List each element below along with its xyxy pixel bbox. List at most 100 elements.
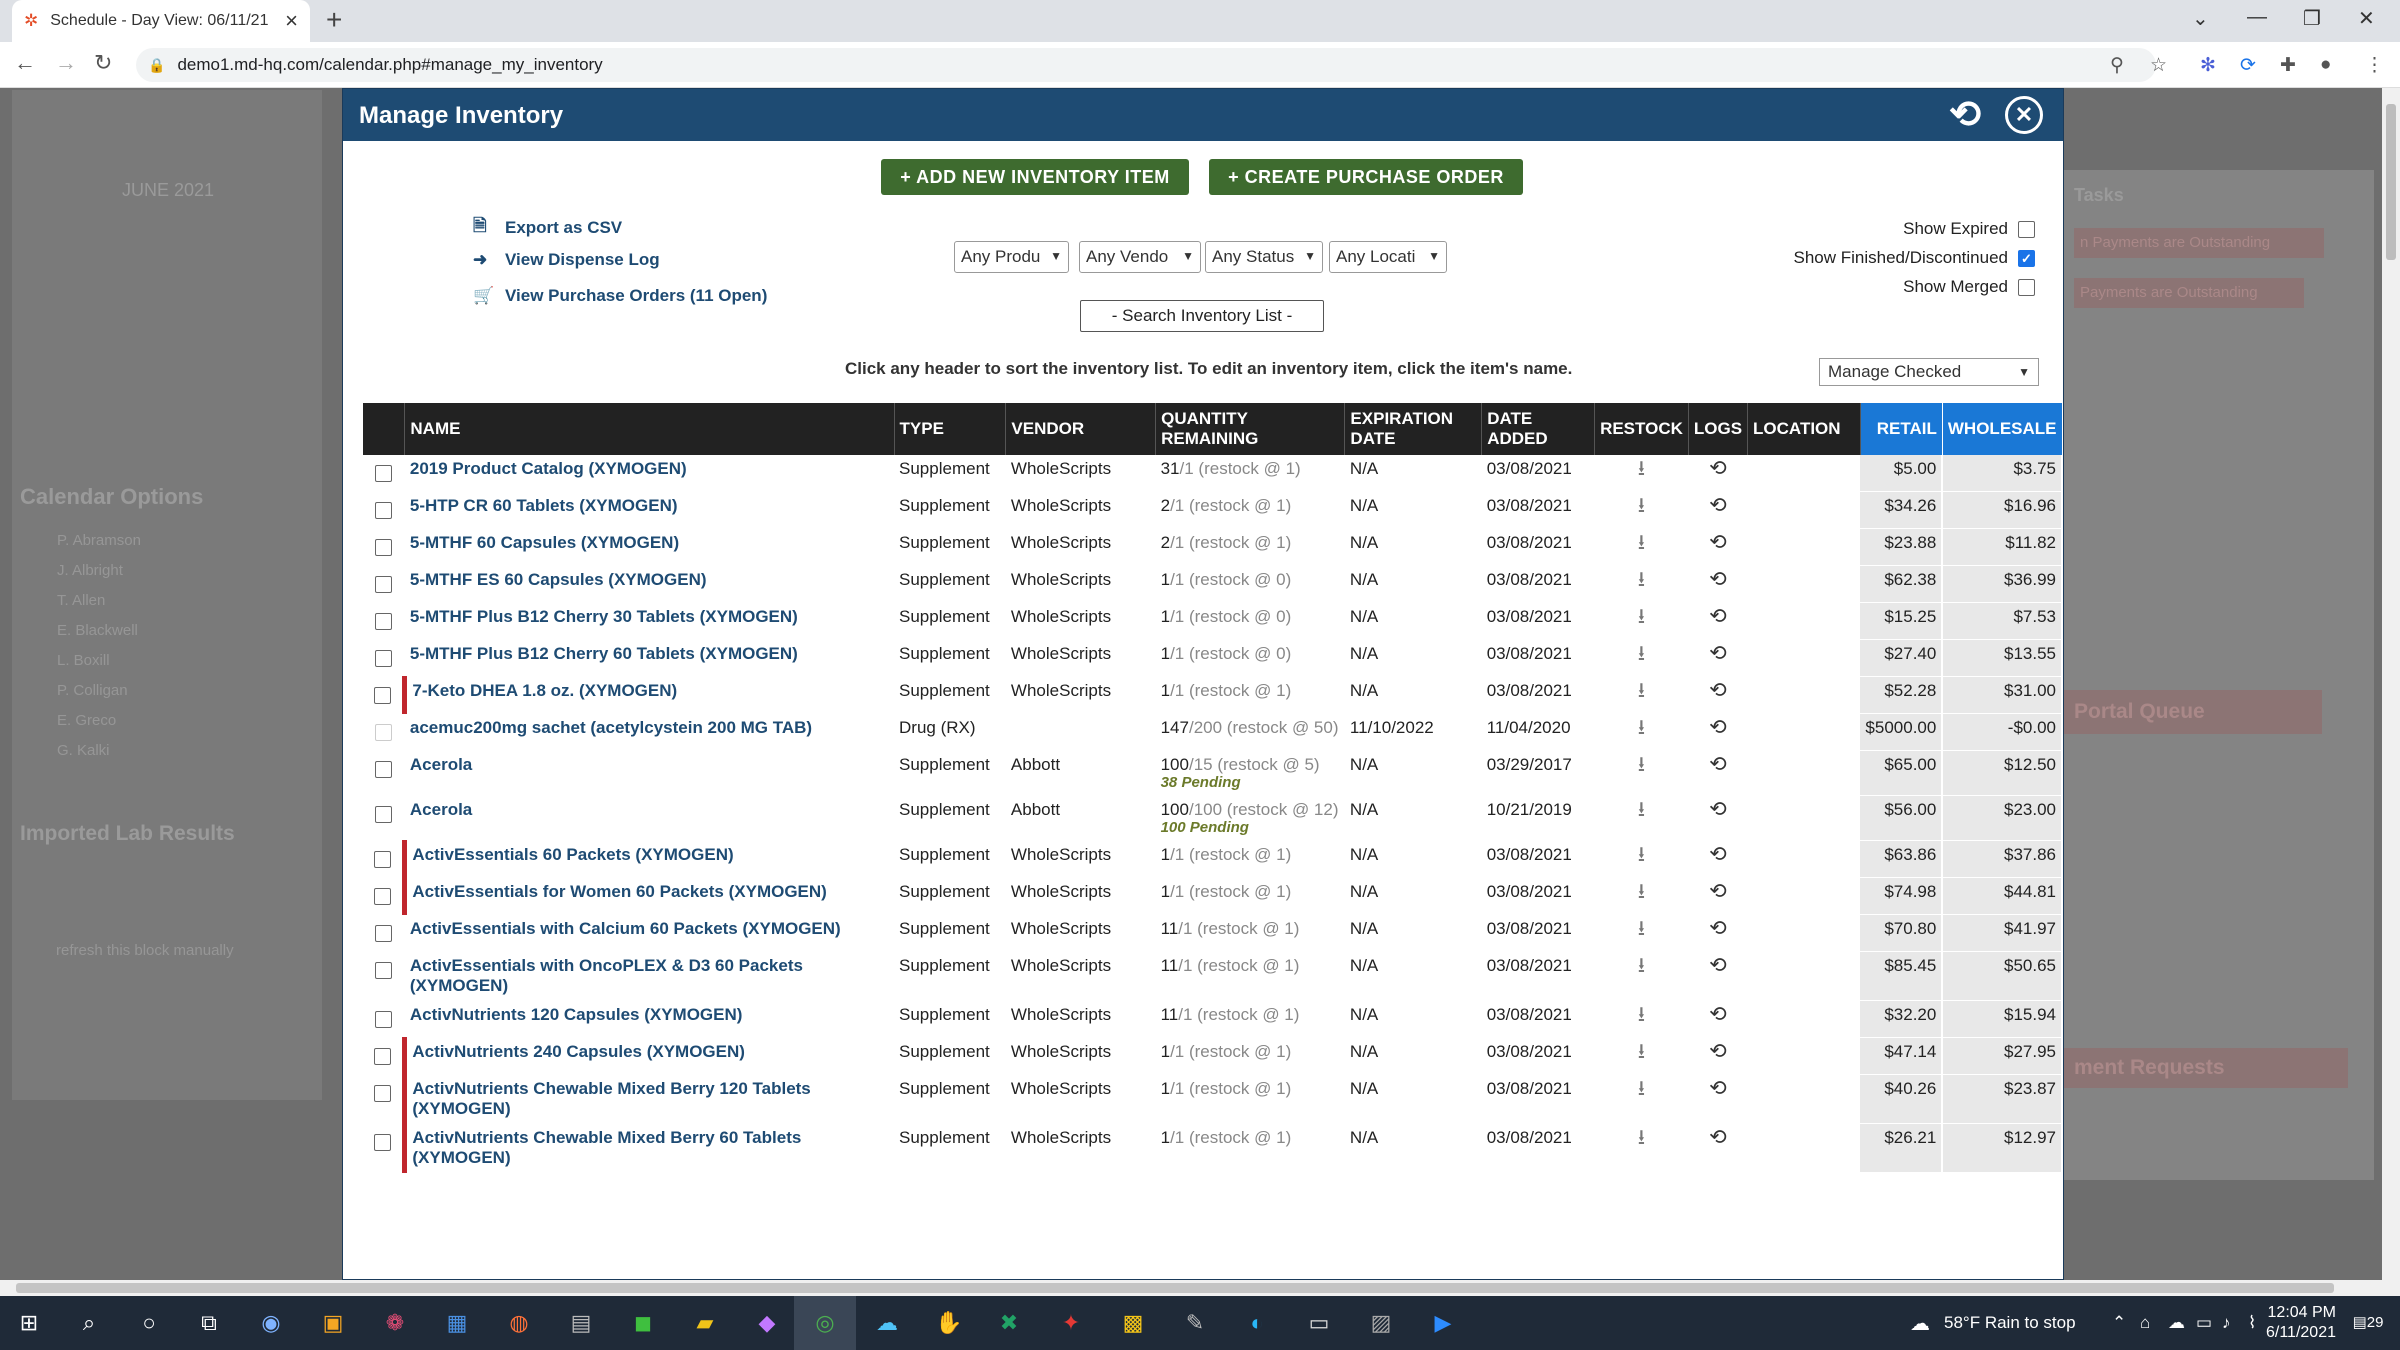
vertical-scroll-thumb[interactable] bbox=[2386, 104, 2396, 260]
history-log-icon[interactable]: ⟲ bbox=[1709, 917, 1727, 940]
battery-icon[interactable]: ▭ bbox=[2196, 1313, 2212, 1333]
dispense-log-link[interactable]: ➜ View Dispense Log bbox=[473, 250, 660, 270]
vertical-scrollbar[interactable] bbox=[2382, 88, 2400, 1280]
show-merged-checkbox[interactable] bbox=[2018, 278, 2035, 296]
app-icon[interactable]: ✋ bbox=[934, 1308, 964, 1338]
history-log-icon[interactable]: ⟲ bbox=[1709, 531, 1727, 554]
header-quantity[interactable]: QUANTITY REMAINING bbox=[1155, 403, 1346, 455]
volume-icon[interactable]: ♪ bbox=[2222, 1313, 2231, 1333]
horizontal-scrollbar[interactable] bbox=[0, 1280, 2400, 1296]
history-log-icon[interactable]: ⟲ bbox=[1709, 1126, 1727, 1149]
row-checkbox[interactable] bbox=[375, 539, 393, 556]
item-name-link[interactable]: ActivEssentials 60 Packets (XYMOGEN) bbox=[412, 845, 733, 864]
notepad-icon[interactable]: ✎ bbox=[1180, 1308, 1210, 1338]
restock-icon[interactable]: ⭳ bbox=[1638, 531, 1645, 554]
restock-icon[interactable]: ⭳ bbox=[1638, 679, 1645, 702]
row-checkbox[interactable] bbox=[374, 851, 392, 868]
row-checkbox[interactable] bbox=[374, 687, 392, 704]
history-log-icon[interactable]: ⟲ bbox=[1709, 880, 1727, 903]
restock-icon[interactable]: ⭳ bbox=[1638, 1077, 1645, 1100]
row-checkbox[interactable] bbox=[374, 888, 392, 905]
item-name-link[interactable]: 5-HTP CR 60 Tablets (XYMOGEN) bbox=[410, 496, 678, 515]
cortana-icon[interactable]: ○ bbox=[134, 1308, 164, 1338]
item-name-link[interactable]: ActivEssentials with Calcium 60 Packets … bbox=[410, 919, 841, 938]
header-location[interactable]: LOCATION bbox=[1747, 403, 1861, 455]
acrobat-icon[interactable]: ✦ bbox=[1056, 1308, 1086, 1338]
history-icon[interactable]: ⟲ bbox=[1946, 96, 1984, 134]
search-inventory-button[interactable]: - Search Inventory List - bbox=[1080, 300, 1324, 332]
restock-icon[interactable]: ⭳ bbox=[1638, 568, 1645, 591]
profile-avatar-icon[interactable]: ● bbox=[2320, 54, 2331, 76]
header-retail[interactable]: RETAIL bbox=[1860, 403, 1943, 455]
history-log-icon[interactable]: ⟲ bbox=[1709, 457, 1727, 480]
add-inventory-item-button[interactable]: + ADD NEW INVENTORY ITEM bbox=[881, 159, 1189, 195]
row-checkbox[interactable] bbox=[375, 465, 393, 482]
bookmark-star-icon[interactable]: ☆ bbox=[2150, 54, 2167, 77]
maximize-icon[interactable]: ❐ bbox=[2303, 6, 2321, 31]
extension-sync-icon[interactable]: ⟳ bbox=[2240, 54, 2256, 77]
onedrive-icon[interactable]: ☁ bbox=[2168, 1313, 2185, 1333]
zoom-app-icon[interactable]: ▶ bbox=[1428, 1308, 1458, 1338]
row-checkbox[interactable] bbox=[375, 925, 393, 942]
chrome-icon[interactable]: ◎ bbox=[810, 1308, 840, 1338]
header-name[interactable]: NAME bbox=[404, 403, 895, 455]
new-tab-button[interactable]: + bbox=[326, 4, 342, 36]
extension-snowflake-icon[interactable]: ✻ bbox=[2200, 54, 2216, 77]
history-log-icon[interactable]: ⟲ bbox=[1709, 1040, 1727, 1063]
row-checkbox[interactable] bbox=[374, 1048, 392, 1065]
tray-chevron-icon[interactable]: ⌃ bbox=[2112, 1313, 2126, 1333]
network-icon[interactable]: ⌇ bbox=[2248, 1313, 2256, 1333]
url-bar[interactable]: 🔒 demo1.md-hq.com/calendar.php#manage_my… bbox=[136, 48, 2156, 82]
item-name-link[interactable]: ActivNutrients 120 Capsules (XYMOGEN) bbox=[410, 1005, 743, 1024]
item-name-link[interactable]: 5-MTHF ES 60 Capsules (XYMOGEN) bbox=[410, 570, 707, 589]
tab-search-icon[interactable]: ⌄ bbox=[2192, 6, 2209, 31]
close-window-icon[interactable]: ✕ bbox=[2358, 6, 2375, 31]
restock-icon[interactable]: ⭳ bbox=[1638, 1003, 1645, 1026]
show-expired-checkbox[interactable] bbox=[2018, 220, 2035, 238]
item-name-link[interactable]: 7-Keto DHEA 1.8 oz. (XYMOGEN) bbox=[412, 681, 677, 700]
product-filter-select[interactable]: Any Produ ▼ bbox=[954, 241, 1069, 273]
item-name-link[interactable]: 5-MTHF Plus B12 Cherry 30 Tablets (XYMOG… bbox=[410, 607, 798, 626]
show-finished-checkbox[interactable]: ✓ bbox=[2018, 249, 2035, 267]
phpstorm-icon[interactable]: ◆ bbox=[752, 1308, 782, 1338]
task-view-icon[interactable]: ⧉ bbox=[194, 1308, 224, 1338]
history-log-icon[interactable]: ⟲ bbox=[1709, 716, 1727, 739]
vendor-filter-select[interactable]: Any Vendo ▼ bbox=[1079, 241, 1201, 273]
row-checkbox[interactable] bbox=[375, 962, 393, 979]
row-checkbox[interactable] bbox=[374, 1134, 392, 1151]
item-name-link[interactable]: Acerola bbox=[410, 800, 472, 819]
item-name-link[interactable]: Acerola bbox=[410, 755, 472, 774]
restock-icon[interactable]: ⭳ bbox=[1638, 880, 1645, 903]
calculator-icon[interactable]: ▤ bbox=[566, 1308, 596, 1338]
restock-icon[interactable]: ⭳ bbox=[1638, 917, 1645, 940]
item-name-link[interactable]: ActivNutrients 240 Capsules (XYMOGEN) bbox=[412, 1042, 745, 1061]
extensions-puzzle-icon[interactable]: ✚ bbox=[2280, 54, 2296, 77]
terminal-icon[interactable]: ▭ bbox=[1304, 1308, 1334, 1338]
browser-menu-icon[interactable]: ⋮ bbox=[2365, 54, 2384, 77]
history-log-icon[interactable]: ⟲ bbox=[1709, 605, 1727, 628]
row-checkbox[interactable] bbox=[374, 1085, 392, 1102]
show-finished-option[interactable]: Show Finished/Discontinued ✓ bbox=[1793, 248, 2035, 268]
item-name-link[interactable]: acemuc200mg sachet (acetylcystein 200 MG… bbox=[410, 718, 812, 737]
status-filter-select[interactable]: Any Status ▼ bbox=[1205, 241, 1323, 273]
row-checkbox[interactable] bbox=[375, 502, 393, 519]
item-name-link[interactable]: ActivEssentials with OncoPLEX & D3 60 Pa… bbox=[410, 956, 803, 995]
app-icon[interactable]: ◉ bbox=[256, 1308, 286, 1338]
header-logs[interactable]: LOGS bbox=[1688, 403, 1749, 455]
item-name-link[interactable]: ActivNutrients Chewable Mixed Berry 60 T… bbox=[412, 1128, 801, 1167]
history-log-icon[interactable]: ⟲ bbox=[1709, 798, 1727, 821]
app-icon[interactable]: ❁ bbox=[380, 1308, 410, 1338]
show-merged-option[interactable]: Show Merged bbox=[1903, 277, 2035, 297]
item-name-link[interactable]: 5-MTHF 60 Capsules (XYMOGEN) bbox=[410, 533, 679, 552]
restock-icon[interactable]: ⭳ bbox=[1638, 1126, 1645, 1149]
row-checkbox[interactable] bbox=[375, 1011, 393, 1028]
restock-icon[interactable]: ⭳ bbox=[1638, 716, 1645, 739]
firefox-icon[interactable]: ◍ bbox=[504, 1308, 534, 1338]
item-name-link[interactable]: ActivNutrients Chewable Mixed Berry 120 … bbox=[412, 1079, 810, 1118]
restock-icon[interactable]: ⭳ bbox=[1638, 457, 1645, 480]
search-icon[interactable]: ⌕ bbox=[74, 1308, 104, 1338]
horizontal-scroll-thumb[interactable] bbox=[16, 1283, 2334, 1293]
history-log-icon[interactable]: ⟲ bbox=[1709, 494, 1727, 517]
history-log-icon[interactable]: ⟲ bbox=[1709, 843, 1727, 866]
item-name-link[interactable]: ActivEssentials for Women 60 Packets (XY… bbox=[412, 882, 826, 901]
